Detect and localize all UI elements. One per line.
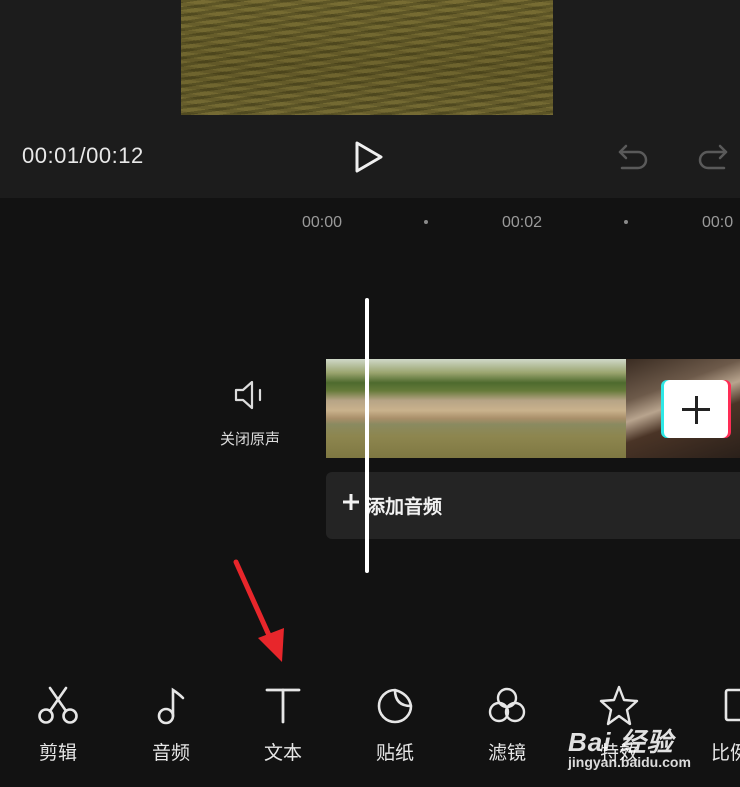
sticker-icon — [377, 688, 413, 724]
tool-audio[interactable]: 音频 — [131, 684, 211, 765]
video-preview[interactable] — [181, 0, 553, 115]
tool-label: 滤镜 — [487, 743, 526, 764]
add-audio-button[interactable]: 添加音频 — [326, 472, 740, 539]
playhead[interactable] — [365, 298, 369, 573]
tool-label: 剪辑 — [38, 743, 77, 764]
scissors-icon — [38, 686, 78, 724]
undo-icon — [618, 144, 648, 170]
tool-filter[interactable]: 滤镜 — [467, 684, 547, 765]
plus-icon — [343, 494, 359, 510]
add-clip-button[interactable] — [664, 380, 728, 438]
playback-time: 00:01/00:12 — [22, 143, 144, 168]
play-icon — [355, 141, 383, 173]
tool-label: 文本 — [263, 743, 302, 764]
speaker-icon — [234, 380, 262, 410]
filter-icon — [488, 687, 526, 723]
ruler-dot — [624, 220, 628, 224]
add-audio-label: 添加音频 — [366, 497, 443, 518]
ruler-dot — [424, 220, 428, 224]
ruler-tick: 00:00 — [302, 214, 343, 231]
play-button[interactable] — [352, 140, 386, 174]
watermark-url: jingyan.baidu.com — [568, 754, 691, 770]
video-clip-thumbnail[interactable] — [526, 359, 626, 458]
redo-icon — [698, 144, 728, 170]
undo-button[interactable] — [616, 142, 650, 172]
tool-label: 贴纸 — [375, 743, 414, 764]
annotation-arrow-icon — [233, 559, 284, 662]
tool-sticker[interactable]: 贴纸 — [355, 684, 435, 765]
text-icon — [265, 688, 301, 724]
tool-cut[interactable]: 剪辑 — [18, 684, 98, 765]
tool-text[interactable]: 文本 — [243, 684, 323, 765]
video-clip-thumbnail[interactable] — [326, 359, 426, 458]
music-note-icon — [157, 687, 185, 725]
video-clip-thumbnail[interactable] — [426, 359, 526, 458]
plus-icon-stroke — [694, 396, 698, 424]
tool-label: 音频 — [151, 743, 190, 764]
mute-label: 关闭原声 — [219, 431, 280, 448]
ruler-tick: 00:0 — [702, 214, 734, 231]
ruler-tick: 00:02 — [502, 214, 543, 231]
redo-button[interactable] — [696, 142, 730, 172]
watermark: Bai 经验 jingyan.baidu.com — [568, 716, 740, 787]
